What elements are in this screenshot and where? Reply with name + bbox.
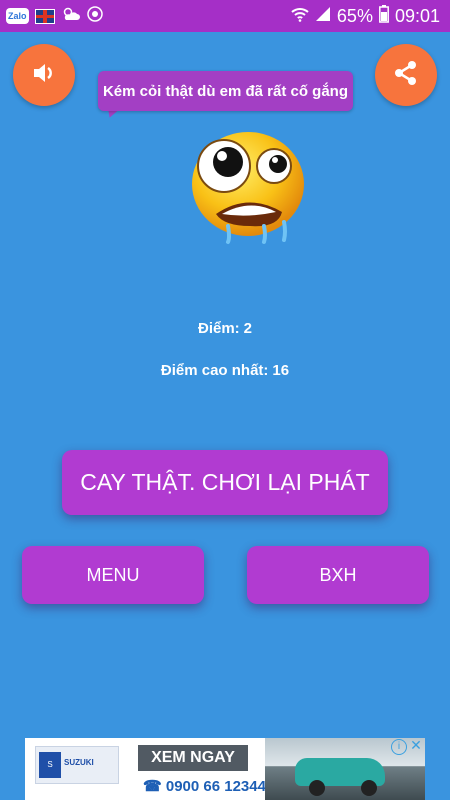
battery-icon [379, 4, 389, 28]
ad-close-icon[interactable]: ✕ [409, 738, 423, 752]
share-button[interactable] [375, 44, 437, 106]
notification-icons: Zalo [6, 5, 103, 27]
speech-bubble: Kém cỏi thật dù em đã rất cố gắng [98, 71, 353, 111]
ad-banner[interactable]: S SUZUKI XEM NGAY ☎ 0900 66 12344 i ✕ [25, 738, 425, 800]
ad-info-icon[interactable]: i [391, 739, 407, 755]
best-score-value: 16 [272, 362, 290, 379]
system-status: 65% 09:01 [291, 4, 440, 28]
leaderboard-button[interactable]: BXH [247, 546, 429, 604]
best-score-line: Điểm cao nhất: 16 [0, 362, 450, 379]
zalo-icon: Zalo [6, 8, 29, 24]
weather-icon [61, 6, 81, 27]
battery-text: 65% [336, 5, 373, 26]
share-icon [392, 59, 420, 92]
score-line: Điểm: 2 [0, 320, 450, 337]
clock: 09:01 [394, 5, 440, 26]
score-value: 2 [243, 320, 253, 337]
replay-button-label: CAY THẬT. CHƠI LẠI PHÁT [80, 469, 370, 495]
wifi-icon [291, 6, 309, 27]
best-score-label: Điểm cao nhất: [160, 362, 269, 379]
crying-emoji-icon [186, 126, 310, 250]
status-bar: Zalo 65% 09:01 [0, 0, 450, 32]
sound-button[interactable] [13, 44, 75, 106]
ad-phone-number: 0900 66 12344 [165, 778, 266, 795]
score-label: Điểm: [197, 320, 240, 337]
app-icon [86, 5, 103, 27]
uk-flag-icon [34, 8, 55, 24]
menu-button-label: MENU [86, 564, 140, 585]
ad-cta-button[interactable]: XEM NGAY [138, 745, 248, 771]
replay-button[interactable]: CAY THẬT. CHƠI LẠI PHÁT [62, 450, 388, 515]
speaker-icon [31, 60, 57, 91]
ad-brand-text: SUZUKI [64, 758, 94, 767]
signal-icon [315, 6, 331, 27]
phone-icon: ☎ [143, 778, 162, 795]
speech-text: Kém cỏi thật dù em đã rất cố gắng [102, 82, 349, 100]
ad-phone: ☎ 0900 66 12344 [143, 777, 266, 795]
ad-brand-logo: S SUZUKI [35, 746, 119, 784]
leaderboard-button-label: BXH [319, 564, 357, 585]
ad-cta-label: XEM NGAY [151, 749, 235, 766]
menu-button[interactable]: MENU [22, 546, 204, 604]
